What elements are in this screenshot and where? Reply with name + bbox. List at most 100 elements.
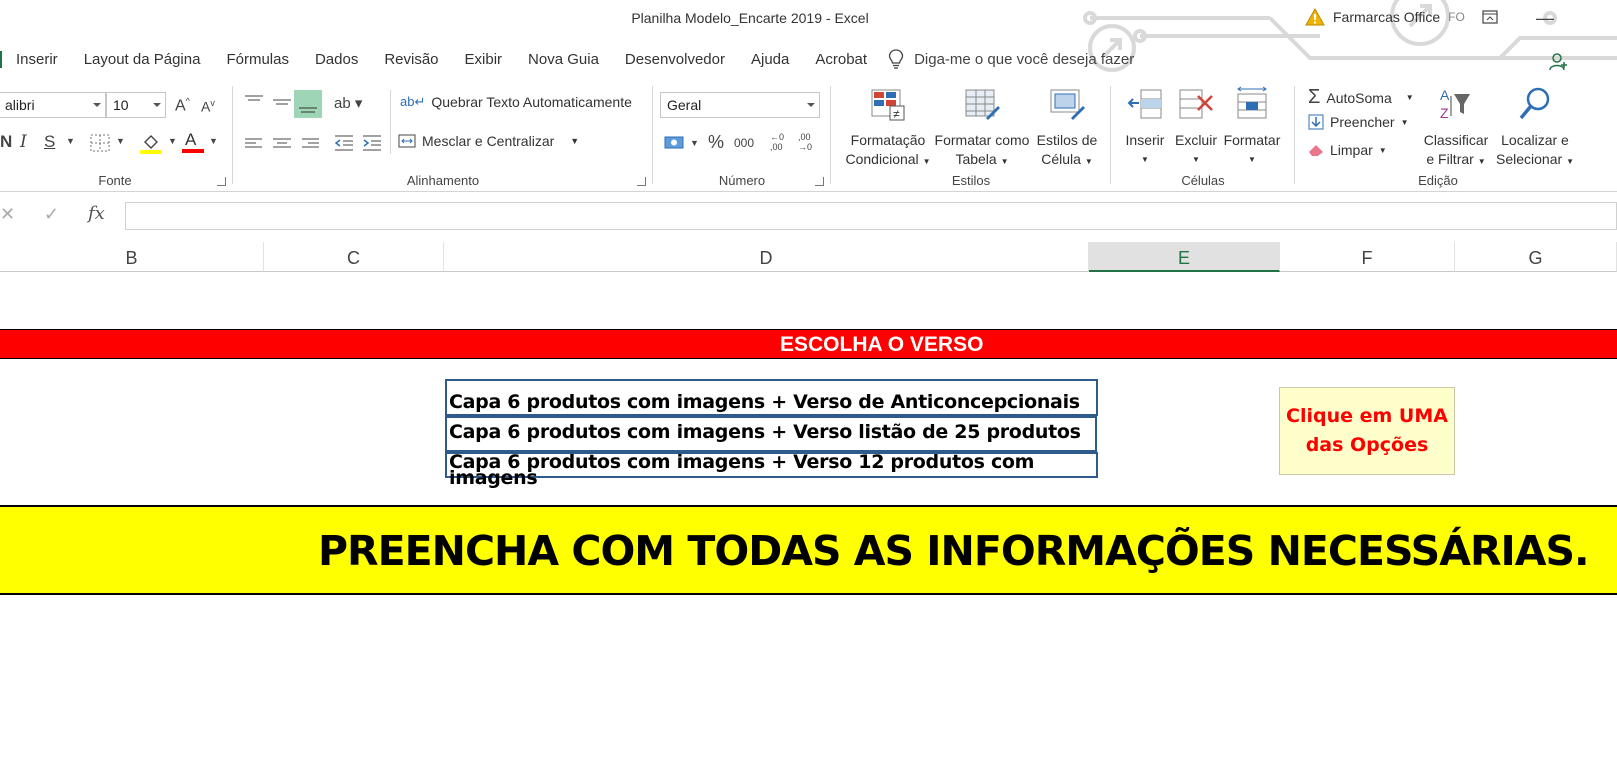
enter-icon[interactable]: ✓ — [44, 204, 59, 225]
column-header-g[interactable]: G — [1455, 242, 1617, 272]
font-color-dropdown-icon[interactable]: ▼ — [209, 136, 218, 146]
option-listao-25-produtos[interactable]: Capa 6 produtos com imagens + Verso list… — [445, 416, 1097, 452]
wrap-text-label: Quebrar Texto Automaticamente — [431, 94, 632, 110]
insert-cells-button[interactable]: Inserir ▼ — [1118, 86, 1172, 169]
align-middle-icon[interactable] — [272, 94, 292, 110]
sort-filter-button[interactable]: AZ Classificar e Filtrar ▼ — [1420, 86, 1492, 171]
cell-styles-label-1: Estilos de — [1036, 132, 1098, 148]
cell-styles-button[interactable]: Estilos de Célula ▼ — [1032, 86, 1102, 171]
formula-bar: ✕ ✓ fx — [0, 198, 1617, 236]
increase-indent-icon[interactable] — [362, 134, 382, 152]
merge-center-icon — [398, 134, 416, 148]
italic-button[interactable]: I — [20, 132, 27, 152]
column-header-b[interactable]: B — [0, 242, 264, 272]
align-bottom-icon — [299, 107, 317, 113]
insert-cells-label: Inserir — [1125, 132, 1165, 148]
fonte-dialog-launcher[interactable] — [217, 177, 226, 186]
percent-button[interactable]: % — [708, 132, 724, 153]
minimize-icon[interactable]: — — [1536, 8, 1554, 29]
tab-exibir[interactable]: Exibir — [452, 51, 516, 68]
number-format-select[interactable]: Geral — [660, 92, 820, 118]
clear-button[interactable]: Limpar ▼ — [1308, 142, 1387, 158]
align-top-icon[interactable] — [244, 94, 264, 110]
increase-decimal-button[interactable]: ←0,00 — [770, 132, 788, 152]
insert-function-icon[interactable]: fx — [88, 203, 105, 224]
formula-input[interactable] — [125, 202, 1617, 230]
tab-dados[interactable]: Dados — [302, 51, 371, 68]
tab-acrobat[interactable]: Acrobat — [802, 51, 880, 68]
column-header-d[interactable]: D — [444, 242, 1089, 272]
align-right-icon[interactable] — [300, 136, 320, 152]
sigma-icon: Σ — [1308, 86, 1321, 108]
fill-color-dropdown-icon[interactable]: ▼ — [168, 136, 177, 146]
tab-revisao[interactable]: Revisão — [371, 51, 451, 68]
option-12-produtos-imagens[interactable]: Capa 6 produtos com imagens + Verso 12 p… — [445, 452, 1098, 488]
find-select-button[interactable]: Localizar e Selecionar ▼ — [1490, 86, 1580, 171]
ribbon-display-options-icon[interactable] — [1482, 10, 1498, 27]
decrease-indent-icon[interactable] — [334, 134, 354, 152]
conditional-format-button[interactable]: ≠ Formatação Condicional ▼ — [840, 86, 936, 171]
tab-layout-da-pagina[interactable]: Layout da Página — [71, 51, 214, 68]
underline-dropdown-icon[interactable]: ▼ — [66, 136, 75, 146]
fill-button[interactable]: Preencher ▼ — [1308, 114, 1409, 130]
bold-button[interactable]: N — [0, 132, 12, 152]
decrease-font-icon[interactable]: Av — [201, 98, 215, 115]
option-anticoncepcionais[interactable]: Capa 6 produtos com imagens + Verso de A… — [445, 379, 1098, 416]
conditional-format-icon: ≠ — [871, 89, 905, 121]
number-format-value: Geral — [667, 97, 702, 113]
autosum-button[interactable]: Σ AutoSoma ▼ — [1308, 86, 1414, 109]
user-initials: FO — [1448, 10, 1465, 24]
wrap-text-button[interactable]: ab↵ Quebrar Texto Automaticamente — [400, 94, 632, 110]
fill-info-banner: PREENCHA COM TODAS AS INFORMAÇÕES NECESS… — [0, 505, 1617, 595]
column-header-c[interactable]: C — [264, 242, 444, 272]
merge-dropdown-icon[interactable]: ▼ — [570, 136, 579, 146]
magnifier-icon — [1519, 87, 1550, 120]
column-header-e[interactable]: E — [1089, 242, 1280, 272]
fill-color-icon[interactable] — [140, 132, 164, 154]
format-as-table-button[interactable]: Formatar como Tabela ▼ — [930, 86, 1034, 171]
tab-desenvolvedor[interactable]: Desenvolvedor — [612, 51, 738, 68]
cell-styles-icon — [1050, 89, 1085, 120]
align-left-icon[interactable] — [244, 136, 264, 152]
tab-nova-guia[interactable]: Nova Guia — [515, 51, 612, 68]
borders-icon[interactable] — [90, 134, 110, 152]
orientation-icon[interactable]: ab ▾ — [334, 94, 362, 112]
align-bottom-button[interactable] — [294, 90, 322, 118]
cancel-icon[interactable]: ✕ — [0, 204, 15, 225]
tab-ajuda[interactable]: Ajuda — [738, 51, 802, 68]
tell-me-search[interactable]: Diga-me o que você deseja fazer — [888, 49, 1134, 69]
currency-dropdown-icon[interactable]: ▼ — [690, 138, 699, 148]
column-header-f[interactable]: F — [1280, 242, 1455, 272]
currency-icon[interactable] — [664, 134, 686, 152]
font-size-select[interactable]: 10 — [106, 92, 166, 118]
merge-center-button[interactable]: Mesclar e Centralizar ▼ — [398, 132, 579, 150]
ribbon-tabs: Inserir Layout da Página Fórmulas Dados … — [0, 44, 1134, 74]
share-user-icon[interactable] — [1548, 52, 1568, 72]
format-cells-button[interactable]: Formatar ▼ — [1220, 86, 1284, 169]
align-center-icon[interactable] — [272, 136, 292, 152]
format-as-table-label-1: Formatar como — [934, 132, 1030, 148]
alinhamento-dialog-launcher[interactable] — [637, 177, 646, 186]
delete-cells-label: Excluir — [1174, 132, 1217, 148]
increase-font-icon[interactable]: A^ — [175, 96, 190, 115]
font-color-icon[interactable]: A — [182, 130, 204, 154]
font-name-select[interactable]: alibri — [0, 92, 106, 118]
delete-cells-button[interactable]: Excluir ▼ — [1170, 86, 1222, 169]
group-label-fonte: Fonte — [98, 173, 132, 188]
title-bar: Planilha Modelo_Encarte 2019 - Excel Far… — [0, 0, 1617, 72]
font-size-value: 10 — [113, 97, 129, 113]
fill-down-icon — [1308, 114, 1324, 130]
thousands-button[interactable]: 000 — [734, 136, 754, 150]
font-name-value: alibri — [5, 97, 35, 113]
decrease-decimal-button[interactable]: ,00 →0 — [798, 132, 816, 152]
borders-dropdown-icon[interactable]: ▼ — [116, 136, 125, 146]
hint-box: Clique em UMA das Opções — [1279, 387, 1455, 475]
account-area[interactable]: Farmarcas Office FO — [1305, 8, 1465, 26]
tab-inserir[interactable]: Inserir — [0, 50, 71, 68]
underline-button[interactable]: S — [44, 132, 55, 152]
user-name: Farmarcas Office — [1333, 9, 1441, 25]
numero-dialog-launcher[interactable] — [815, 177, 824, 186]
group-celulas: Inserir ▼ Excluir ▼ Formatar ▼ Células — [1114, 80, 1292, 192]
tab-formulas[interactable]: Fórmulas — [213, 51, 302, 68]
eraser-icon — [1309, 145, 1323, 156]
